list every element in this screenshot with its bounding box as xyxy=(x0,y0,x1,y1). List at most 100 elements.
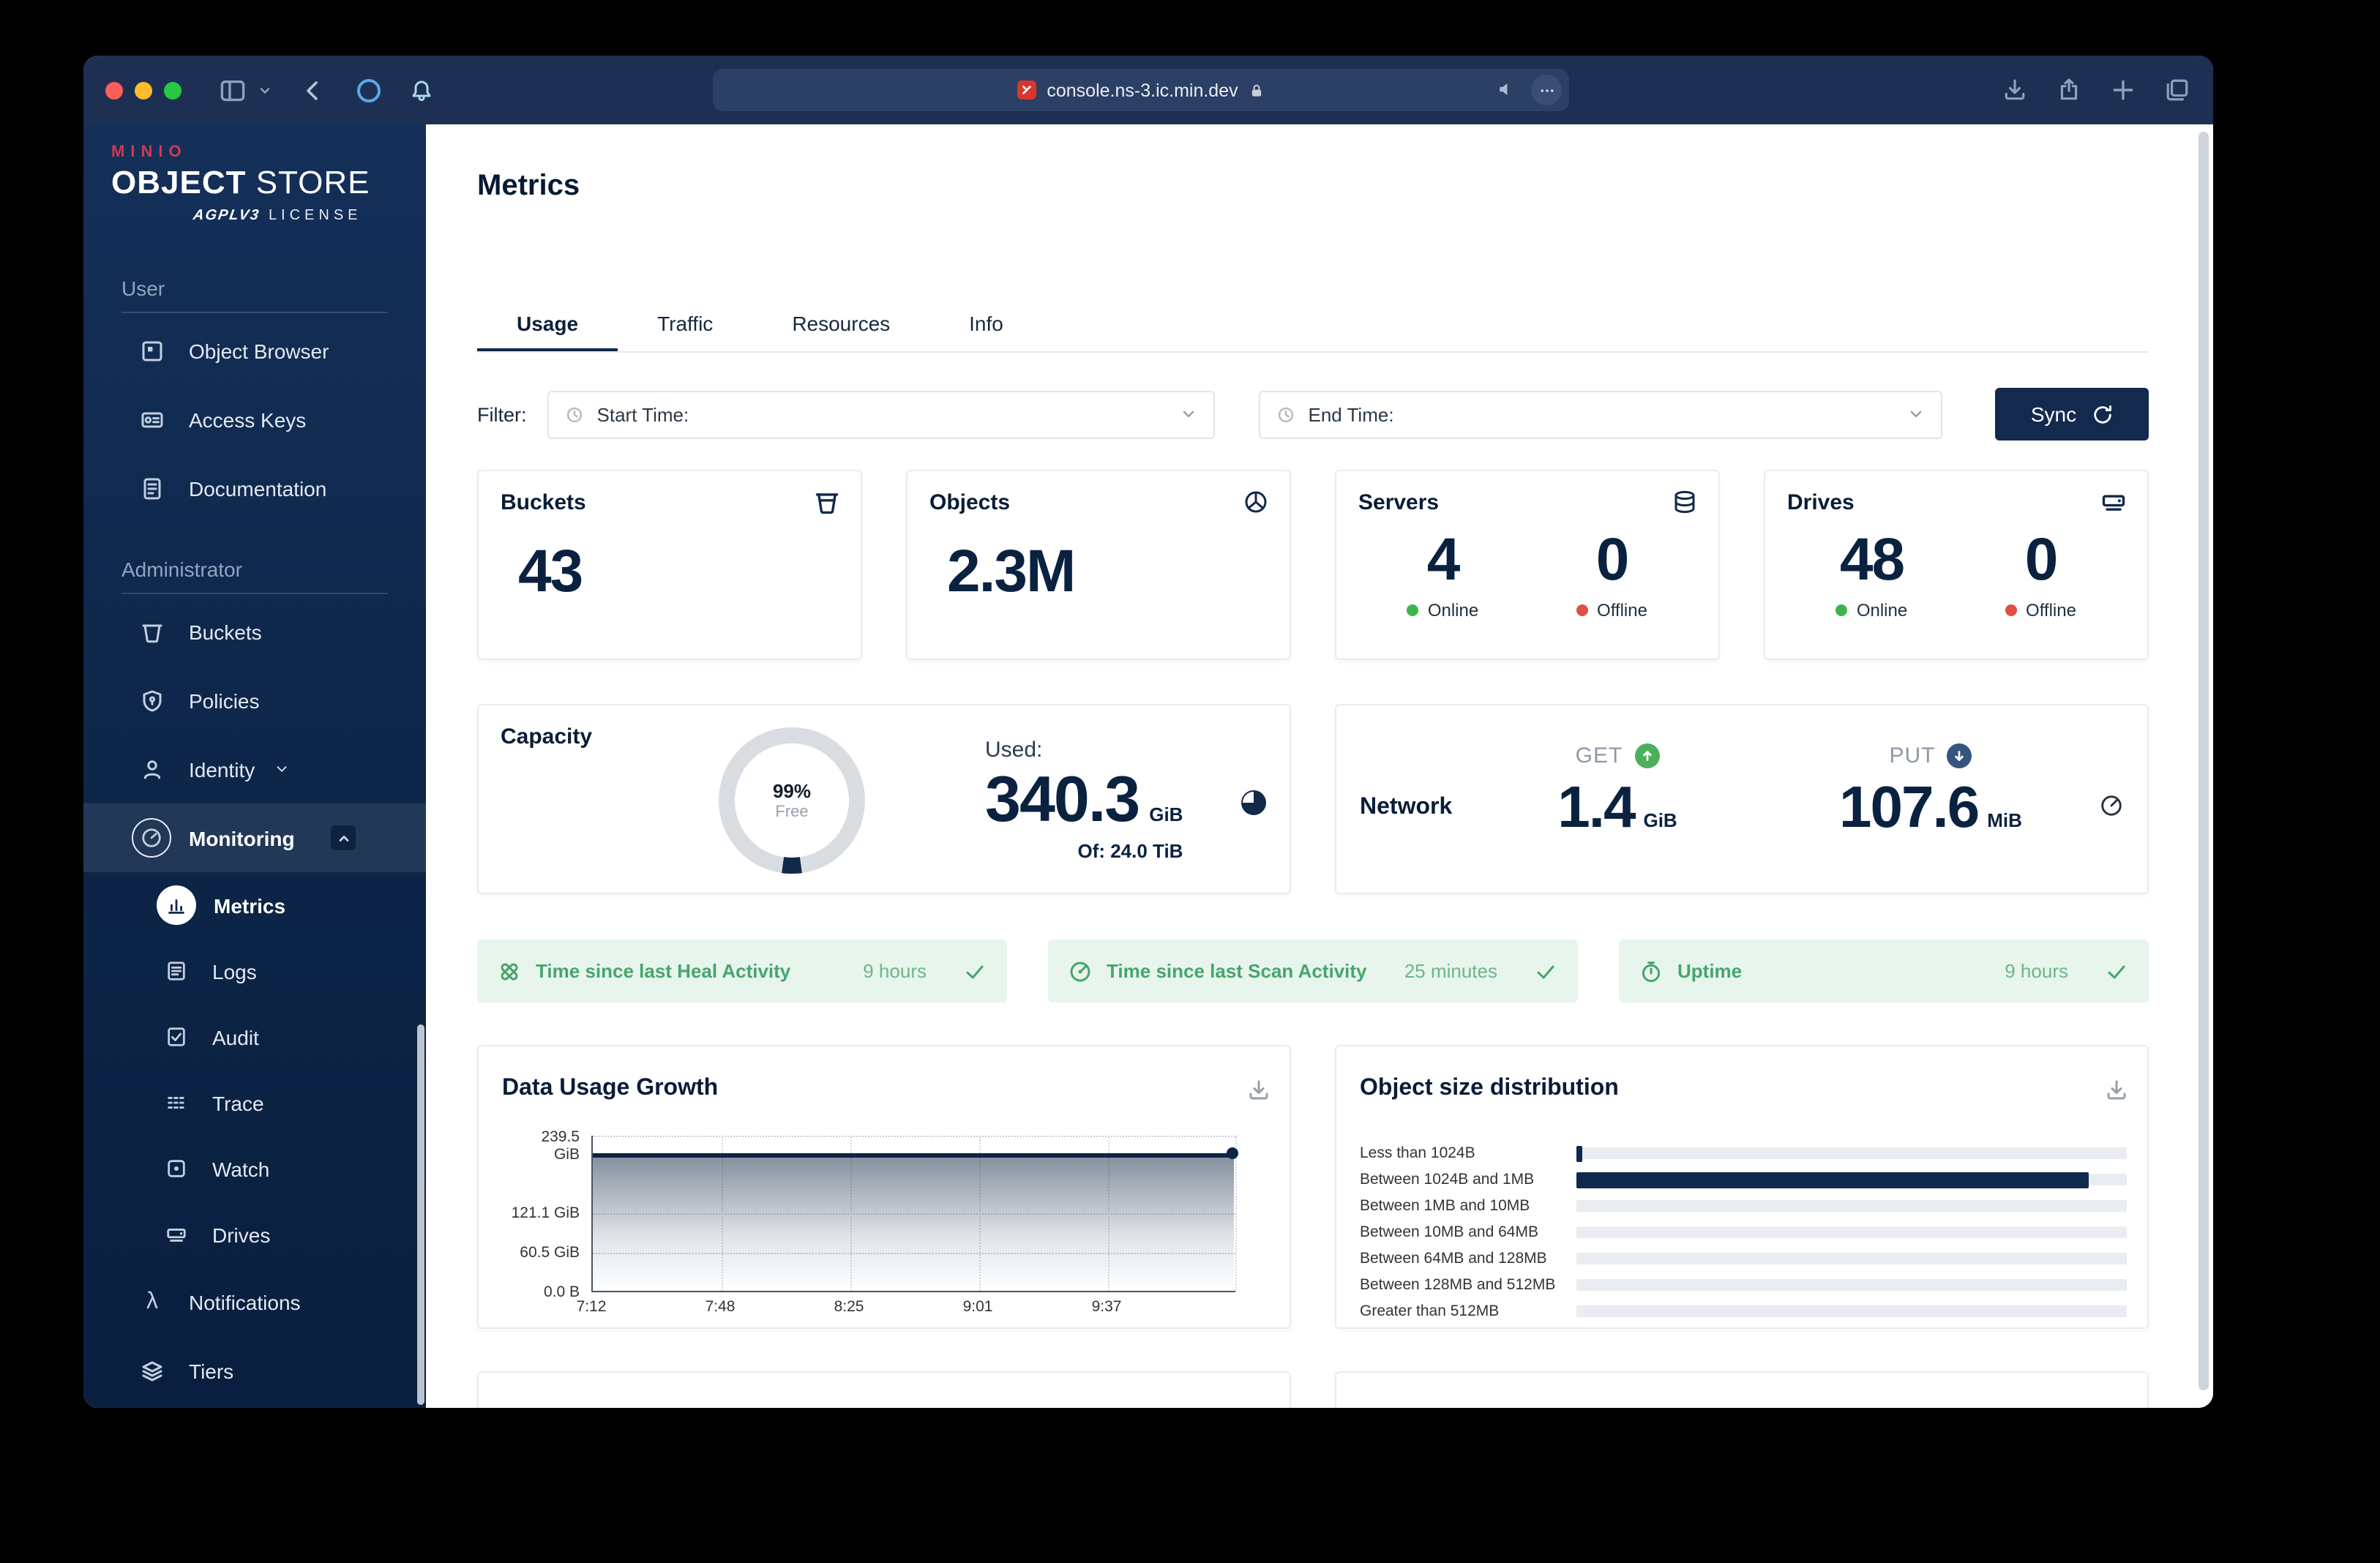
page-scrollbar-thumb[interactable] xyxy=(2198,132,2209,1390)
minimize-window-button[interactable] xyxy=(135,81,152,99)
object-size-distribution-card: Object size distribution Less than 1024B… xyxy=(1335,1045,2149,1329)
sidebar-item-label: Audit xyxy=(212,1025,259,1049)
buckets-count: 43 xyxy=(518,537,583,604)
tab-usage[interactable]: Usage xyxy=(477,299,618,351)
gauge-icon xyxy=(2099,793,2124,818)
arrow-down-circle-icon xyxy=(1947,743,1972,768)
downloads-icon[interactable] xyxy=(2002,78,2027,102)
objects-count: 2.3M xyxy=(947,537,1076,604)
offline-dot xyxy=(1576,604,1589,616)
sidebar-item-tiers[interactable]: Tiers xyxy=(83,1336,426,1405)
audio-speaker-icon[interactable] xyxy=(1496,79,1516,104)
sidebar-item-label: Trace xyxy=(212,1091,264,1114)
tab-traffic[interactable]: Traffic xyxy=(618,299,752,351)
drives-offline-group: 0 Offline xyxy=(1956,525,2125,621)
divider xyxy=(121,312,388,313)
offline-label: Offline xyxy=(2026,600,2076,621)
bar-fill xyxy=(1576,1172,2089,1188)
drives-offline-count: 0 xyxy=(2024,525,2059,593)
y-axis-tick: 60.5 GiB xyxy=(520,1244,580,1262)
network-put-group: PUT 107.6 MiB xyxy=(1814,743,2048,840)
bar-row: Between 64MB and 128MB xyxy=(1360,1248,2127,1269)
sidebar-item-label: Notifications xyxy=(189,1290,301,1313)
lock-icon xyxy=(1249,81,1265,99)
download-chart-icon[interactable] xyxy=(2105,1079,2128,1102)
page-options-icon[interactable] xyxy=(1531,75,1562,105)
extension-bell-icon[interactable] xyxy=(410,78,433,102)
bar-track xyxy=(1576,1200,2127,1212)
sidebar-item-label: Monitoring xyxy=(189,826,295,850)
used-unit: GiB xyxy=(1149,803,1183,825)
filter-bar: Filter: Start Time: End Time: Sync xyxy=(477,388,2149,441)
sidebar-scrollbar-thumb[interactable] xyxy=(417,1024,424,1405)
x-axis-tick: 7:12 xyxy=(576,1298,607,1316)
sidebar-item-documentation[interactable]: Documentation xyxy=(83,454,426,522)
y-axis-tick: 121.1 GiB xyxy=(511,1204,580,1222)
page-title: Metrics xyxy=(477,170,580,202)
address-bar[interactable]: console.ns-3.ic.min.dev xyxy=(713,69,1569,111)
sidebar-item-object-browser[interactable]: Object Browser xyxy=(83,316,426,385)
servers-card: Servers 4 Online 0 Offline xyxy=(1335,470,1720,660)
offline-label: Offline xyxy=(1597,600,1647,621)
usage-series-area xyxy=(593,1153,1234,1291)
divider xyxy=(121,593,388,594)
monitoring-icon xyxy=(132,818,171,858)
clock-icon xyxy=(565,405,584,424)
end-time-label: End Time: xyxy=(1308,403,1394,425)
sidebar-item-watch[interactable]: Watch xyxy=(83,1136,426,1202)
close-window-button[interactable] xyxy=(105,81,123,99)
bar-track xyxy=(1576,1305,2127,1317)
bar-row: Between 1MB and 10MB xyxy=(1360,1196,2127,1216)
sync-button[interactable]: Sync xyxy=(1995,388,2149,441)
chevron-down-icon[interactable] xyxy=(258,83,272,97)
sidebar-item-drives[interactable]: Drives xyxy=(83,1202,426,1267)
sidebar-item-audit[interactable]: Audit xyxy=(83,1004,426,1070)
audit-icon xyxy=(165,1026,187,1048)
sidebar-item-buckets[interactable]: Buckets xyxy=(83,597,426,666)
check-icon xyxy=(2105,959,2128,983)
sidebar-item-logs[interactable]: Logs xyxy=(83,938,426,1004)
status-banners-row: Time since last Heal Activity 9 hours Ti… xyxy=(477,940,2149,1002)
tab-resources[interactable]: Resources xyxy=(752,299,929,351)
objects-card: Objects 2.3M xyxy=(906,470,1291,660)
sidebar-section-user: User xyxy=(121,277,165,300)
back-button-icon[interactable] xyxy=(302,78,325,102)
zoom-window-button[interactable] xyxy=(164,81,182,99)
sidebar-item-identity[interactable]: Identity xyxy=(83,735,426,803)
bar-track xyxy=(1576,1253,2127,1264)
chevron-down-icon xyxy=(1907,405,1925,423)
sidebar-item-metrics[interactable]: Metrics xyxy=(83,872,426,938)
start-time-select[interactable]: Start Time: xyxy=(547,390,1215,438)
bar-row: Less than 1024B xyxy=(1360,1143,2127,1163)
partial-card xyxy=(477,1371,1291,1408)
get-label: GET xyxy=(1575,743,1623,768)
bar-row: Between 1024B and 1MB xyxy=(1360,1169,2127,1190)
end-time-select[interactable]: End Time: xyxy=(1258,390,1942,438)
sidebar-item-label: Access Keys xyxy=(189,408,307,431)
trace-icon xyxy=(165,1092,187,1114)
download-chart-icon[interactable] xyxy=(1247,1079,1271,1102)
share-icon[interactable] xyxy=(2057,78,2081,102)
sidebar-item-notifications[interactable]: λ Notifications xyxy=(83,1267,426,1336)
size-chart-title: Object size distribution xyxy=(1360,1076,1619,1101)
tab-info[interactable]: Info xyxy=(929,299,1043,351)
used-label: Used: xyxy=(985,738,1043,762)
filter-label: Filter: xyxy=(477,403,527,425)
collapse-chevron-up-icon[interactable] xyxy=(331,825,356,850)
sidebar-toggle-icon[interactable] xyxy=(220,77,246,103)
new-tab-icon[interactable] xyxy=(2111,78,2136,102)
sidebar-item-policies[interactable]: Policies xyxy=(83,666,426,735)
tab-overview-icon[interactable] xyxy=(2165,78,2190,102)
sidebar-item-access-keys[interactable]: Access Keys xyxy=(83,385,426,454)
arrow-up-circle-icon xyxy=(1634,743,1660,768)
usage-series-endpoint xyxy=(1227,1147,1238,1159)
sidebar-item-monitoring[interactable]: Monitoring xyxy=(83,803,426,872)
servers-offline-count: 0 xyxy=(1595,525,1630,593)
bar-track xyxy=(1576,1279,2127,1291)
sidebar-item-label: Documentation xyxy=(189,476,327,500)
sidebar-item-trace[interactable]: Trace xyxy=(83,1070,426,1136)
extension-ring-icon[interactable] xyxy=(357,78,381,102)
network-get-group: GET 1.4 GiB xyxy=(1500,743,1735,840)
servers-offline-group: 0 Offline xyxy=(1527,525,1696,621)
check-icon xyxy=(963,959,987,983)
